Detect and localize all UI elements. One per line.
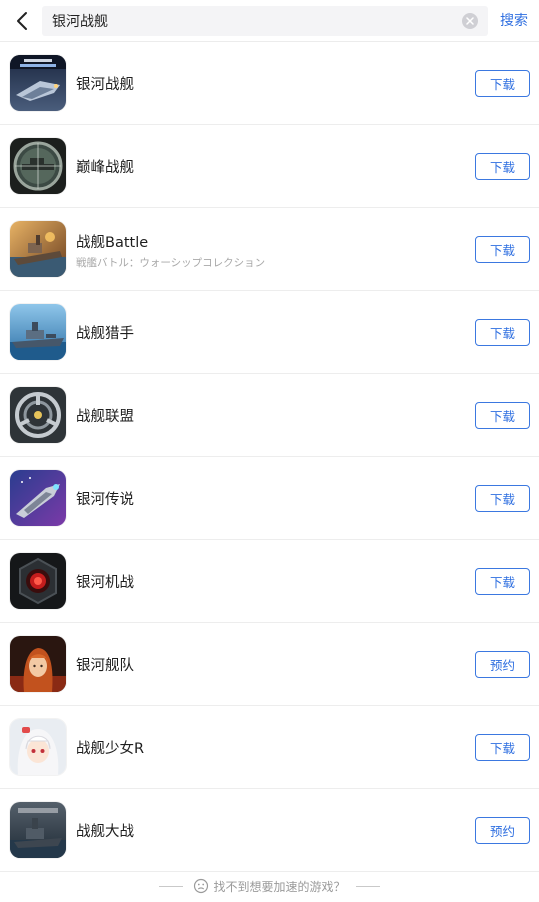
download-button[interactable]: 下载 bbox=[475, 568, 530, 595]
chevron-left-icon bbox=[17, 12, 27, 30]
list-item[interactable]: 战舰大战 预约 bbox=[0, 789, 539, 872]
list-item[interactable]: 战舰少女R 下载 bbox=[0, 706, 539, 789]
search-button[interactable]: 搜索 bbox=[500, 10, 528, 30]
app-title: 银河舰队 bbox=[76, 658, 134, 674]
list-item[interactable]: 巅峰战舰 下载 bbox=[0, 125, 539, 208]
reserve-button[interactable]: 预约 bbox=[475, 817, 530, 844]
list-item[interactable]: 银河战舰 下载 bbox=[0, 42, 539, 125]
divider bbox=[355, 885, 380, 887]
app-title: 银河战舰 bbox=[76, 77, 134, 93]
galaxy-battleship-app-icon[interactable] bbox=[10, 55, 66, 111]
galaxy-fleet-app-icon[interactable] bbox=[10, 636, 66, 692]
search-box bbox=[42, 6, 488, 36]
app-title: 战舰大战 bbox=[76, 824, 134, 840]
app-subtitle: 戦艦バトル：ウォーシップコレクション bbox=[76, 257, 266, 269]
list-item[interactable]: 战舰联盟 下载 bbox=[0, 374, 539, 457]
app-title: 巅峰战舰 bbox=[76, 160, 134, 176]
warship-girls-app-icon[interactable] bbox=[10, 719, 66, 775]
app-title: 战舰联盟 bbox=[76, 409, 134, 425]
app-title: 战舰Battle bbox=[76, 235, 149, 251]
clear-search-button[interactable] bbox=[462, 13, 478, 29]
app-title: 银河机战 bbox=[76, 575, 134, 591]
divider bbox=[159, 885, 184, 887]
list-item[interactable]: 战舰猎手 下载 bbox=[0, 291, 539, 374]
search-results-list: 银河战舰 下载 巅峰战舰 下载 战舰Battle 戦艦バトル：ウォーシップコレク… bbox=[0, 42, 539, 872]
peak-battleship-app-icon[interactable] bbox=[10, 138, 66, 194]
download-button[interactable]: 下载 bbox=[475, 402, 530, 429]
galaxy-mech-app-icon[interactable] bbox=[10, 553, 66, 609]
app-title: 战舰猎手 bbox=[76, 326, 134, 342]
footer: 找不到想要加速的游戏？ bbox=[0, 870, 539, 902]
download-button[interactable]: 下载 bbox=[475, 485, 530, 512]
galaxy-legend-app-icon[interactable] bbox=[10, 470, 66, 526]
download-button[interactable]: 下载 bbox=[475, 236, 530, 263]
search-input[interactable] bbox=[52, 6, 452, 36]
list-item[interactable]: 银河舰队 预约 bbox=[0, 623, 539, 706]
footer-text: 找不到想要加速的游戏？ bbox=[213, 879, 346, 894]
list-item[interactable]: 银河机战 下载 bbox=[0, 540, 539, 623]
list-item[interactable]: 银河传说 下载 bbox=[0, 457, 539, 540]
download-button[interactable]: 下载 bbox=[475, 70, 530, 97]
back-button[interactable] bbox=[8, 6, 36, 36]
battleship-war-app-icon[interactable] bbox=[10, 802, 66, 858]
battleship-alliance-app-icon[interactable] bbox=[10, 387, 66, 443]
list-item[interactable]: 战舰Battle 戦艦バトル：ウォーシップコレクション 下载 bbox=[0, 208, 539, 291]
top-bar: 搜索 bbox=[0, 0, 539, 42]
app-title: 银河传说 bbox=[76, 492, 134, 508]
app-title: 战舰少女R bbox=[76, 741, 145, 757]
close-icon bbox=[466, 17, 474, 25]
download-button[interactable]: 下载 bbox=[475, 319, 530, 346]
reserve-button[interactable]: 预约 bbox=[475, 651, 530, 678]
download-button[interactable]: 下载 bbox=[475, 734, 530, 761]
download-button[interactable]: 下载 bbox=[475, 153, 530, 180]
sad-face-icon bbox=[194, 878, 209, 894]
battleship-battle-app-icon[interactable] bbox=[10, 221, 66, 277]
battleship-hunter-app-icon[interactable] bbox=[10, 304, 66, 360]
cant-find-game-link[interactable]: 找不到想要加速的游戏？ bbox=[193, 878, 346, 895]
